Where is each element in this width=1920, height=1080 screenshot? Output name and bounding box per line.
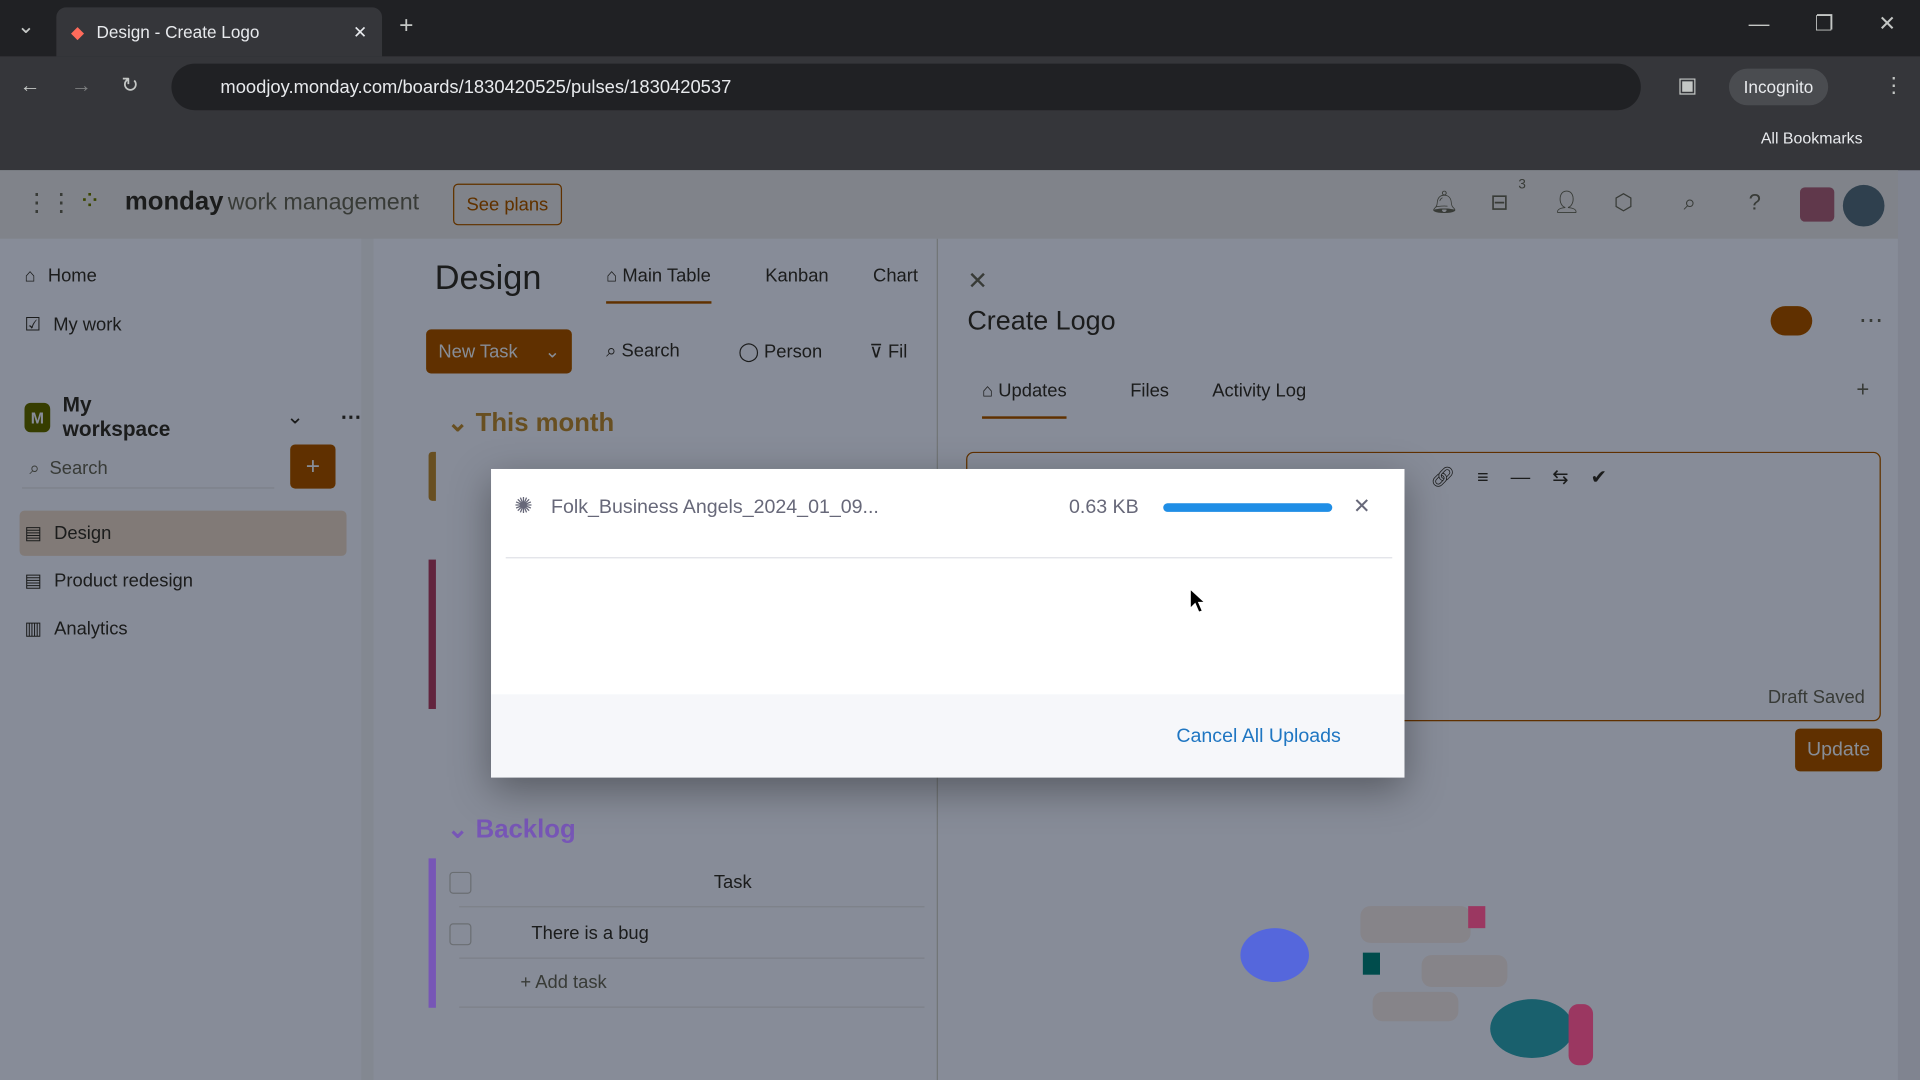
divider [505, 557, 1393, 559]
group-this-month[interactable]: ⌄ This month [447, 408, 614, 439]
see-plans-button[interactable]: See plans [453, 183, 562, 226]
group-title: Backlog [475, 815, 576, 844]
search-button[interactable]: ⌕ Search [606, 340, 680, 361]
sidebar: ⌂ Home ☑ My work M My workspace ⌄ ⋯ ⌕ Search +… [0, 238, 362, 1080]
integrations-icon[interactable]: ⬡ [1614, 190, 1633, 216]
upload-progress-fill [1163, 503, 1333, 512]
chevron-down-icon: ⌄ [286, 405, 304, 429]
group-color-bar [428, 559, 436, 709]
inbox-icon[interactable]: ⊟ [1490, 190, 1508, 216]
tab-chart[interactable]: Chart [873, 266, 918, 287]
inbox-count: 3 [1518, 177, 1526, 193]
mouse-cursor-icon [1189, 587, 1207, 614]
label: My workspace [62, 393, 171, 441]
home-icon: ⌂ [24, 265, 36, 287]
label: Fil [887, 341, 908, 363]
add-board-button[interactable]: + [290, 444, 336, 489]
invite-icon[interactable]: 👤︎ [1553, 190, 1581, 216]
upload-dialog: ✺ Folk_Business Angels_2024_01_09... 0.6… [491, 468, 1405, 778]
tab-files[interactable]: Files [1130, 381, 1169, 402]
bell-icon[interactable]: 🔔︎ [1430, 190, 1458, 216]
board-icon: ▤ [24, 522, 42, 544]
dashboard-icon: ▥ [24, 618, 42, 640]
calendar-check-icon: ☑ [24, 314, 41, 336]
update-button[interactable]: Update [1795, 728, 1883, 772]
help-icon[interactable]: ? [1749, 190, 1761, 216]
monday-logo-icon: ⁘ [78, 184, 101, 216]
chevron-down-icon[interactable]: ⌄ [545, 340, 560, 363]
spinner-icon: ✺ [514, 493, 533, 518]
column-header-task: Task [713, 871, 752, 893]
empty-state-illustration [1240, 906, 1594, 1066]
subscribers-avatar[interactable] [1770, 306, 1813, 336]
label: Analytics [54, 617, 128, 639]
label: Updates [998, 380, 1067, 402]
page-scrollbar[interactable] [1897, 170, 1920, 1080]
label: Design [54, 522, 112, 544]
board-title: Design [434, 258, 542, 297]
file-name: Folk_Business Angels_2024_01_09... [551, 497, 879, 518]
apps-grid-icon[interactable]: ⋮⋮ [24, 187, 73, 218]
sidebar-item-design[interactable]: ▤ Design [24, 522, 112, 544]
group-color-bar [428, 451, 436, 501]
select-all-checkbox[interactable] [449, 871, 472, 894]
upload-progress-bar [1163, 503, 1333, 512]
board-icon: ▤ [24, 570, 42, 592]
label: Search [621, 340, 680, 362]
item-title[interactable]: Create Logo [967, 305, 1115, 337]
new-task-button[interactable]: New Task ⌄ [426, 329, 572, 374]
column-header-row: Task [449, 858, 925, 908]
tab-main-table[interactable]: ⌂ Main Table [606, 266, 711, 304]
label: Home [47, 265, 97, 287]
label: New Task [438, 341, 518, 362]
sidebar-item-home[interactable]: ⌂ Home [24, 266, 96, 287]
placeholder: Search [49, 457, 108, 479]
add-task-row[interactable]: + Add task [459, 959, 925, 1008]
task-name[interactable]: There is a bug [531, 923, 648, 944]
product-name: work management [227, 189, 420, 216]
more-options-icon[interactable]: ⋯ [1859, 305, 1883, 336]
add-task-input[interactable]: + Add task [520, 972, 606, 993]
tab-kanban[interactable]: Kanban [765, 266, 828, 287]
tab-updates[interactable]: ⌂ Updates [982, 381, 1067, 419]
sidebar-item-my-work[interactable]: ☑ My work [24, 313, 121, 335]
label: My work [53, 314, 122, 335]
search-icon[interactable]: ⌕ [1684, 190, 1696, 216]
more-icon[interactable]: ⋯ [340, 405, 361, 429]
label: Person [764, 341, 823, 363]
brand-name: monday [124, 187, 224, 216]
search-icon: ⌕ [29, 457, 40, 479]
group-title: This month [475, 408, 615, 438]
file-size: 0.63 KB [1068, 497, 1139, 518]
add-view-icon[interactable]: + [1856, 377, 1869, 403]
filter-button[interactable]: ⊽ Fil [869, 340, 908, 363]
label: Product redesign [54, 570, 193, 591]
cancel-all-uploads-button[interactable]: Cancel All Uploads [1176, 726, 1340, 748]
group-backlog[interactable]: ⌄ Backlog [447, 814, 576, 845]
avatar[interactable] [1842, 184, 1885, 227]
close-panel-icon[interactable]: ✕ [967, 266, 988, 297]
workspace-selector[interactable]: M My workspace ⌄ ⋯ [24, 393, 361, 442]
editor-toolbar-icons[interactable]: 🔗︎≡—⇆✔ [1430, 465, 1629, 489]
dialog-footer: Cancel All Uploads [491, 694, 1405, 778]
cancel-upload-icon[interactable]: ✕ [1353, 495, 1370, 519]
table-row[interactable]: There is a bug [449, 910, 925, 959]
row-checkbox[interactable] [449, 923, 472, 946]
draft-saved-label: Draft Saved [1767, 686, 1865, 708]
workspace-icon: M [24, 402, 51, 433]
group-color-bar [428, 858, 436, 1008]
tab-activity-log[interactable]: Activity Log [1212, 381, 1306, 402]
sidebar-item-product-redesign[interactable]: ▤ Product redesign [24, 569, 192, 591]
person-filter-button[interactable]: ◯ Person [738, 340, 823, 363]
app-header: ⋮⋮ ⁘ monday work management See plans 🔔︎… [0, 170, 1898, 239]
sidebar-item-analytics[interactable]: ▥ Analytics [24, 617, 127, 639]
workspace-logo[interactable] [1800, 187, 1835, 222]
sidebar-search-input[interactable]: ⌕ Search [22, 449, 275, 489]
label: Main Table [622, 265, 711, 287]
